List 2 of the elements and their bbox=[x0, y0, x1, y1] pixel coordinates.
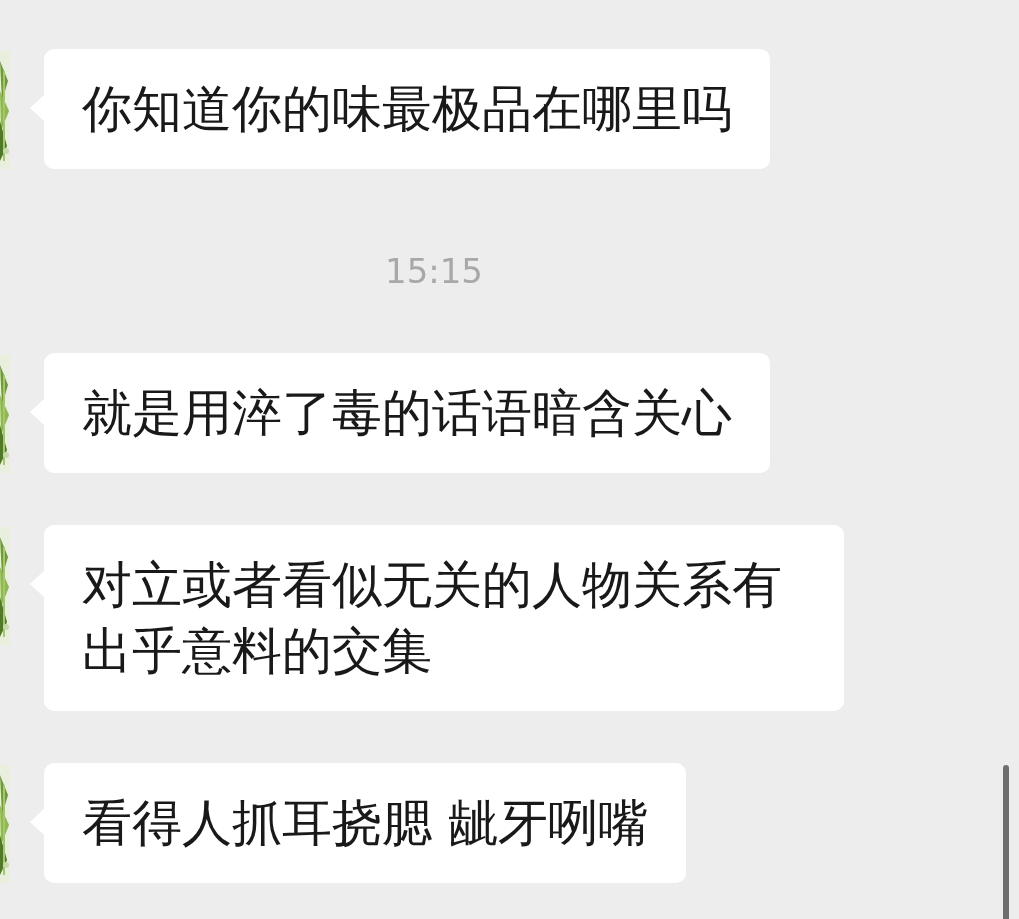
timestamp: 15:15 bbox=[385, 251, 483, 291]
scrollbar[interactable] bbox=[1003, 765, 1009, 919]
